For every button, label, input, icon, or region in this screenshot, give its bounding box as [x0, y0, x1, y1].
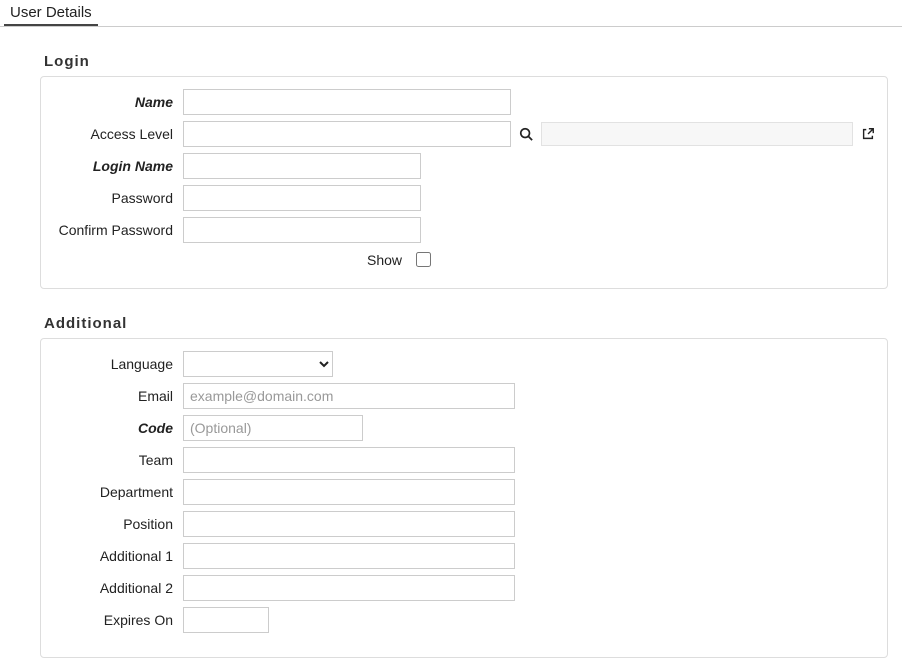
show-password-checkbox[interactable]	[416, 252, 431, 267]
additional1-input[interactable]	[183, 543, 515, 569]
expires-on-input[interactable]	[183, 607, 269, 633]
label-position: Position	[51, 516, 183, 532]
label-expires-on: Expires On	[51, 612, 183, 628]
tab-user-details[interactable]: User Details	[4, 0, 98, 26]
label-name: Name	[51, 94, 183, 110]
access-level-input[interactable]	[183, 121, 511, 147]
code-input[interactable]	[183, 415, 363, 441]
section-title-login: Login	[44, 53, 866, 70]
login-name-input[interactable]	[183, 153, 421, 179]
confirm-password-input[interactable]	[183, 217, 421, 243]
label-team: Team	[51, 452, 183, 468]
label-show: Show	[367, 252, 402, 268]
name-input[interactable]	[183, 89, 511, 115]
label-login-name: Login Name	[51, 158, 183, 174]
language-select[interactable]	[183, 351, 333, 377]
label-code: Code	[51, 420, 183, 436]
access-level-display	[541, 122, 853, 146]
open-external-icon[interactable]	[859, 125, 877, 143]
label-email: Email	[51, 388, 183, 404]
label-password: Password	[51, 190, 183, 206]
label-access-level: Access Level	[51, 126, 183, 142]
department-input[interactable]	[183, 479, 515, 505]
position-input[interactable]	[183, 511, 515, 537]
additional2-input[interactable]	[183, 575, 515, 601]
tab-bar: User Details	[0, 0, 902, 27]
panel-additional: Language Email Code Team Department Posi…	[40, 338, 888, 658]
section-title-additional: Additional	[44, 315, 866, 332]
email-input[interactable]	[183, 383, 515, 409]
team-input[interactable]	[183, 447, 515, 473]
label-language: Language	[51, 356, 183, 372]
label-additional1: Additional 1	[51, 548, 183, 564]
panel-login: Name Access Level	[40, 76, 888, 289]
label-confirm-password: Confirm Password	[51, 222, 183, 238]
label-department: Department	[51, 484, 183, 500]
search-icon[interactable]	[517, 125, 535, 143]
label-additional2: Additional 2	[51, 580, 183, 596]
password-input[interactable]	[183, 185, 421, 211]
